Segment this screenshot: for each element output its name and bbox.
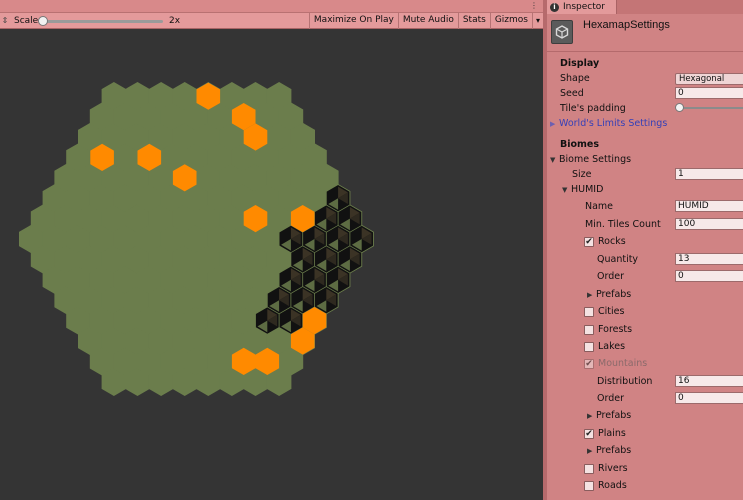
- scale-label: Scale: [14, 15, 39, 26]
- cities-toggle[interactable]: Cities: [584, 304, 624, 319]
- roads-label: Roads: [598, 480, 627, 491]
- forests-checkbox[interactable]: [584, 324, 594, 335]
- padding-slider-thumb[interactable]: [675, 103, 684, 112]
- mountains-toggle[interactable]: ✔ Mountains: [584, 356, 647, 371]
- rocks-quantity-row: Quantity: [597, 252, 638, 267]
- hex-map: [19, 82, 374, 396]
- chevron-right-icon: ▶: [587, 411, 593, 420]
- size-row: Size: [572, 167, 592, 182]
- plains-prefabs-foldout[interactable]: ▶ Prefabs: [587, 443, 631, 458]
- inspector-tab-bar: i Inspector: [547, 0, 743, 14]
- mountains-order-field[interactable]: 0: [675, 392, 743, 404]
- padding-label: Tile's padding: [560, 103, 626, 114]
- game-toolbar: ⇕ Scale 2x Maximize On Play Mute Audio S…: [0, 12, 543, 29]
- mountains-distribution-row: Distribution: [597, 374, 652, 389]
- chevron-down-icon: ▼: [550, 155, 556, 164]
- mountains-order-label: Order: [597, 393, 624, 404]
- roads-checkbox[interactable]: [584, 480, 594, 491]
- seed-field[interactable]: 0: [675, 87, 743, 99]
- forests-toggle[interactable]: Forests: [584, 322, 632, 337]
- rocks-prefabs-foldout[interactable]: ▶ Prefabs: [587, 287, 631, 302]
- forests-label: Forests: [598, 324, 633, 335]
- mountains-prefabs-label: Prefabs: [596, 410, 632, 421]
- rocks-order-row: Order: [597, 269, 624, 284]
- padding-slider-track: [679, 107, 743, 109]
- shape-dropdown[interactable]: Hexagonal: [675, 73, 743, 85]
- biomes-section-title: Biomes: [560, 139, 600, 150]
- seed-label: Seed: [560, 88, 584, 99]
- size-label: Size: [572, 169, 592, 180]
- padding-slider[interactable]: [675, 102, 743, 114]
- plains-toggle[interactable]: ✔ Plains: [584, 426, 626, 441]
- inspector-header: HexamapSettings: [547, 14, 743, 52]
- rocks-checkbox[interactable]: ✔: [584, 236, 594, 247]
- inspector-panel: i Inspector HexamapSettings Display Shap…: [547, 0, 743, 500]
- rocks-toggle[interactable]: ✔ Rocks: [584, 234, 626, 249]
- gizmos-dropdown-icon[interactable]: ▾: [531, 12, 543, 29]
- lakes-label: Lakes: [598, 341, 626, 352]
- biome-settings-label: Biome Settings: [559, 154, 632, 165]
- chevron-right-icon: ▶: [587, 290, 593, 299]
- display-section-title: Display: [560, 58, 600, 69]
- rivers-label: Rivers: [598, 463, 628, 474]
- mountains-order-row: Order: [597, 391, 624, 406]
- min-tiles-label: Min. Tiles Count: [585, 219, 661, 230]
- cities-label: Cities: [598, 306, 625, 317]
- tab-inspector-label: Inspector: [563, 2, 605, 12]
- humid-label: HUMID: [571, 184, 604, 195]
- scale-slider[interactable]: [38, 14, 163, 28]
- shape-label: Shape: [560, 73, 590, 84]
- name-field[interactable]: HUMID: [675, 200, 743, 212]
- name-row: Name: [585, 199, 613, 214]
- rivers-checkbox[interactable]: [584, 463, 594, 474]
- info-icon: i: [550, 2, 559, 12]
- size-field[interactable]: 1: [675, 168, 743, 180]
- maximize-on-play-button[interactable]: Maximize On Play: [308, 12, 398, 29]
- chevron-down-icon: ▼: [562, 185, 568, 194]
- cities-checkbox[interactable]: [584, 306, 594, 317]
- mountains-prefabs-foldout[interactable]: ▶ Prefabs: [587, 408, 631, 423]
- chevron-right-icon: ▶: [550, 119, 556, 128]
- game-view: ⋮ ⇕ Scale 2x Maximize On Play Mute Audio…: [0, 0, 543, 500]
- rocks-label: Rocks: [598, 236, 626, 247]
- gizmos-button[interactable]: Gizmos: [489, 12, 532, 29]
- name-label: Name: [585, 201, 614, 212]
- rocks-quantity-label: Quantity: [597, 254, 639, 265]
- plains-label: Plains: [598, 428, 626, 439]
- game-view-menu-icon[interactable]: ⋮: [528, 1, 540, 11]
- unity-asset-icon: [551, 20, 573, 44]
- lakes-toggle[interactable]: Lakes: [584, 339, 625, 354]
- display-select-icon[interactable]: ⇕: [0, 16, 10, 25]
- world-limits-foldout[interactable]: ▶ World's Limits Settings: [550, 116, 667, 131]
- tab-inspector[interactable]: i Inspector: [547, 0, 617, 14]
- rocks-prefabs-label: Prefabs: [596, 289, 632, 300]
- scale-slider-track: [42, 19, 163, 23]
- rivers-toggle[interactable]: Rivers: [584, 461, 628, 476]
- chevron-right-icon: ▶: [587, 446, 593, 455]
- scale-slider-thumb[interactable]: [38, 15, 48, 26]
- plains-prefabs-label: Prefabs: [596, 445, 632, 456]
- inspector-title: HexamapSettings: [583, 19, 670, 31]
- lakes-checkbox[interactable]: [584, 341, 594, 352]
- world-limits-label: World's Limits Settings: [559, 118, 668, 129]
- rocks-order-field[interactable]: 0: [675, 270, 743, 282]
- scale-value: 2x: [169, 15, 181, 26]
- mute-audio-button[interactable]: Mute Audio: [397, 12, 458, 29]
- mountains-checkbox[interactable]: ✔: [584, 358, 594, 369]
- rocks-quantity-field[interactable]: 13: [675, 253, 743, 265]
- mountains-distribution-field[interactable]: 16: [675, 375, 743, 387]
- min-tiles-row: Min. Tiles Count: [585, 217, 661, 232]
- biome-settings-foldout[interactable]: ▼ Biome Settings: [550, 152, 631, 167]
- rocks-order-label: Order: [597, 271, 624, 282]
- min-tiles-field[interactable]: 100: [675, 218, 743, 230]
- roads-toggle[interactable]: Roads: [584, 478, 627, 493]
- stats-button[interactable]: Stats: [457, 12, 490, 29]
- mountains-label: Mountains: [598, 358, 648, 369]
- plains-checkbox[interactable]: ✔: [584, 428, 594, 439]
- padding-row: Tile's padding: [560, 101, 626, 116]
- seed-row: Seed: [560, 86, 584, 101]
- game-tab-strip: ⋮: [0, 0, 543, 13]
- mountains-distribution-label: Distribution: [597, 376, 653, 387]
- humid-foldout[interactable]: ▼ HUMID: [562, 182, 603, 197]
